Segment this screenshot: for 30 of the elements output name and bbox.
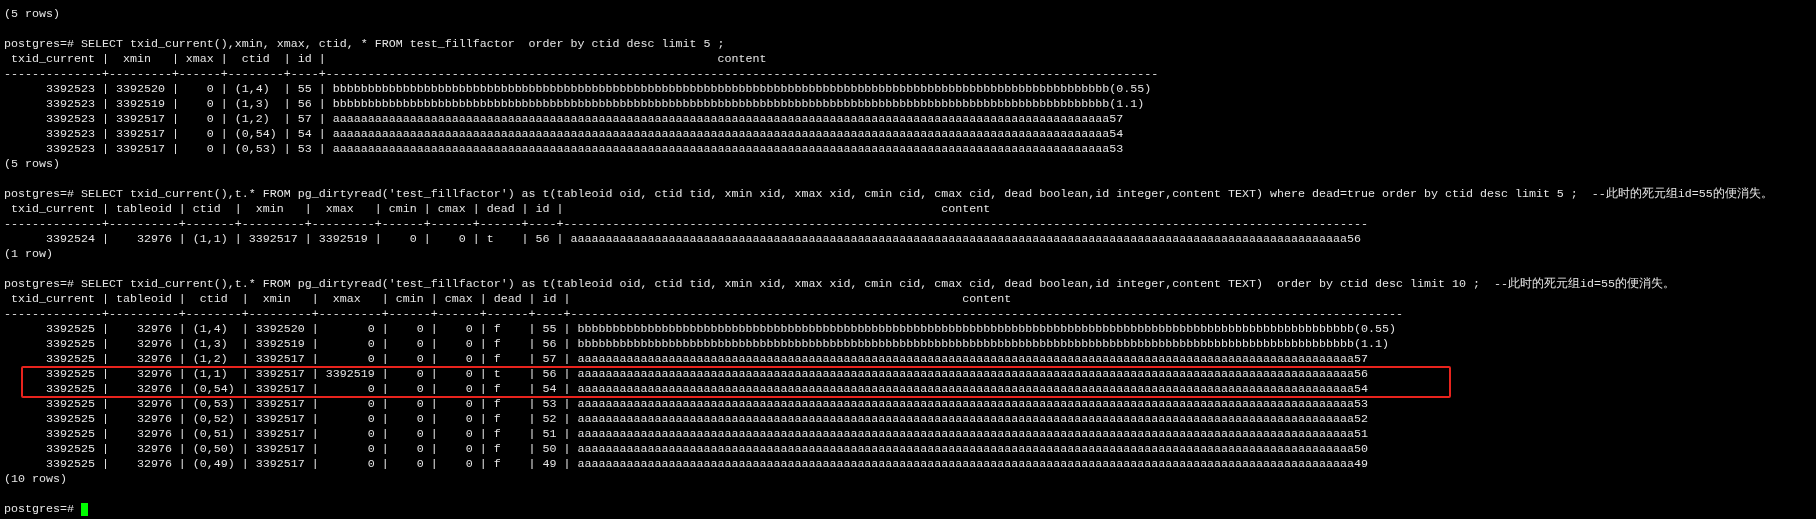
command-line: postgres=# SELECT txid_current(),xmin, xmax, ctid, * FROM test_fillfactor order by ctid desc limit 5 ; [4, 37, 725, 52]
row-count: (5 rows) [4, 157, 60, 172]
table-header: txid_current | tableoid | ctid | xmin | xmax | cmin | cmax | dead | id | content [10, 202, 991, 217]
shell-prompt: postgres=# [4, 502, 74, 517]
command-line: postgres=# SELECT txid_current(),t.* FROM pg_dirtyread('test_fillfactor') as t(tableoid oid, ctid tid, xmin xid, xmax xid, cmin cid, cmax cid, dead boolean,id integer,content TEXT) where dead=true order by ctid desc limit 5 ; --此时的死元组id=55的便消失。 [4, 187, 1773, 202]
table-row-text: 3392525 | 32976 | (0,50) | 3392517 | 0 | 0 | 0 | f | 50 | aaaaaaaaaaaaaaaaaaaaaaaaaaaaaaaaaaaaaaaaaaaaaaaaaaaaaaaaaaaaaaaaaaaaaaaaaaaaaaaaaaaaaaaaaaaaaaaaaaaaaaaaaaaaaaa50 [44, 442, 1368, 457]
table-separator: --------------+---------+------+--------+----+----------------------------------------------------------------------------------------------------------------------- [4, 67, 1159, 82]
table-row-text: 3392523 | 3392517 | 0 | (1,2) | 57 | aaaaaaaaaaaaaaaaaaaaaaaaaaaaaaaaaaaaaaaaaaaaaaaaaaaaaaaaaaaaaaaaaaaaaaaaaaaaaaaaaaaaaaaaaaaaaaaaaaaaaaaaaaaaaaa57 [44, 112, 1124, 127]
table-header: txid_current | tableoid | ctid | xmin | xmax | cmin | cmax | dead | id | content [10, 292, 1012, 307]
table-row-text: 3392523 | 3392517 | 0 | (0,54) | 54 | aaaaaaaaaaaaaaaaaaaaaaaaaaaaaaaaaaaaaaaaaaaaaaaaaaaaaaaaaaaaaaaaaaaaaaaaaaaaaaaaaaaaaaaaaaaaaaaaaaaaaaaaaaaaaaa54 [44, 127, 1124, 142]
table-row-text: 3392523 | 3392519 | 0 | (1,3) | 56 | bbbbbbbbbbbbbbbbbbbbbbbbbbbbbbbbbbbbbbbbbbbbbbbbbbbbbbbbbbbbbbbbbbbbbbbbbbbbbbbbbbbbbbbbbbbbbbbbbbbbbbbbbbbbbbb(1.1) [44, 97, 1145, 112]
table-row-text: 3392524 | 32976 | (1,1) | 3392517 | 3392519 | 0 | 0 | t | 56 | aaaaaaaaaaaaaaaaaaaaaaaaaaaaaaaaaaaaaaaaaaaaaaaaaaaaaaaaaaaaaaaaaaaaaaaaaaaaaaaaaaaaaaaaaaaaaaaaaaaaaaaaaaaaaaa56 [44, 232, 1361, 247]
table-row-text: 3392523 | 3392517 | 0 | (0,53) | 53 | aaaaaaaaaaaaaaaaaaaaaaaaaaaaaaaaaaaaaaaaaaaaaaaaaaaaaaaaaaaaaaaaaaaaaaaaaaaaaaaaaaaaaaaaaaaaaaaaaaaaaaaaaaaaaaa53 [44, 142, 1124, 157]
table-row-text: 3392525 | 32976 | (0,49) | 3392517 | 0 | 0 | 0 | f | 49 | aaaaaaaaaaaaaaaaaaaaaaaaaaaaaaaaaaaaaaaaaaaaaaaaaaaaaaaaaaaaaaaaaaaaaaaaaaaaaaaaaaaaaaaaaaaaaaaaaaaaaaaaaaaaaaa49 [44, 457, 1368, 472]
table-row-text: 3392525 | 32976 | (0,51) | 3392517 | 0 | 0 | 0 | f | 51 | aaaaaaaaaaaaaaaaaaaaaaaaaaaaaaaaaaaaaaaaaaaaaaaaaaaaaaaaaaaaaaaaaaaaaaaaaaaaaaaaaaaaaaaaaaaaaaaaaaaaaaaaaaaaaaa51 [44, 427, 1368, 442]
table-row-text: 3392525 | 32976 | (0,54) | 3392517 | 0 | 0 | 0 | f | 54 | aaaaaaaaaaaaaaaaaaaaaaaaaaaaaaaaaaaaaaaaaaaaaaaaaaaaaaaaaaaaaaaaaaaaaaaaaaaaaaaaaaaaaaaaaaaaaaaaaaaaaaaaaaaaaaa54 [44, 382, 1368, 397]
row-count: (1 row) [4, 247, 53, 262]
row-count: (5 rows) [4, 7, 60, 22]
table-header: txid_current | xmin | xmax | ctid | id | content [10, 52, 767, 67]
table-row-text: 3392523 | 3392520 | 0 | (1,4) | 55 | bbbbbbbbbbbbbbbbbbbbbbbbbbbbbbbbbbbbbbbbbbbbbbbbbbbbbbbbbbbbbbbbbbbbbbbbbbbbbbbbbbbbbbbbbbbbbbbbbbbbbbbbbbbbbbb(0.55) [44, 82, 1152, 97]
table-row-text: 3392525 | 32976 | (1,3) | 3392519 | 0 | 0 | 0 | f | 56 | bbbbbbbbbbbbbbbbbbbbbbbbbbbbbbbbbbbbbbbbbbbbbbbbbbbbbbbbbbbbbbbbbbbbbbbbbbbbbbbbbbbbbbbbbbbbbbbbbbbbbbbbbbbbbbb(1.1) [44, 337, 1389, 352]
command-line: postgres=# SELECT txid_current(),t.* FROM pg_dirtyread('test_fillfactor') as t(tableoid oid, ctid tid, xmin xid, xmax xid, cmin cid, cmax cid, dead boolean,id integer,content TEXT) order by ctid desc limit 10 ; --此时的死元组id=55的便消失。 [4, 277, 1675, 292]
table-separator: --------------+----------+--------+---------+---------+------+------+------+----+----------------------------------------------------------------------------------------------------------------------- [4, 307, 1403, 322]
table-row-text: 3392525 | 32976 | (1,2) | 3392517 | 0 | 0 | 0 | f | 57 | aaaaaaaaaaaaaaaaaaaaaaaaaaaaaaaaaaaaaaaaaaaaaaaaaaaaaaaaaaaaaaaaaaaaaaaaaaaaaaaaaaaaaaaaaaaaaaaaaaaaaaaaaaaaaaa57 [44, 352, 1368, 367]
table-row-text: 3392525 | 32976 | (0,52) | 3392517 | 0 | 0 | 0 | f | 52 | aaaaaaaaaaaaaaaaaaaaaaaaaaaaaaaaaaaaaaaaaaaaaaaaaaaaaaaaaaaaaaaaaaaaaaaaaaaaaaaaaaaaaaaaaaaaaaaaaaaaaaaaaaaaaaa52 [44, 412, 1368, 427]
table-row-text: 3392525 | 32976 | (0,53) | 3392517 | 0 | 0 | 0 | f | 53 | aaaaaaaaaaaaaaaaaaaaaaaaaaaaaaaaaaaaaaaaaaaaaaaaaaaaaaaaaaaaaaaaaaaaaaaaaaaaaaaaaaaaaaaaaaaaaaaaaaaaaaaaaaaaaaa53 [44, 397, 1368, 412]
table-row-text: 3392525 | 32976 | (1,4) | 3392520 | 0 | 0 | 0 | f | 55 | bbbbbbbbbbbbbbbbbbbbbbbbbbbbbbbbbbbbbbbbbbbbbbbbbbbbbbbbbbbbbbbbbbbbbbbbbbbbbbbbbbbbbbbbbbbbbbbbbbbbbbbbbbbbbbb(0.55) [44, 322, 1396, 337]
row-count: (10 rows) [4, 472, 67, 487]
table-row-text: 3392525 | 32976 | (1,1) | 3392517 | 3392519 | 0 | 0 | t | 56 | aaaaaaaaaaaaaaaaaaaaaaaaaaaaaaaaaaaaaaaaaaaaaaaaaaaaaaaaaaaaaaaaaaaaaaaaaaaaaaaaaaaaaaaaaaaaaaaaaaaaaaaaaaaaaaa56 [44, 367, 1368, 382]
table-separator: --------------+----------+-------+---------+---------+------+------+------+----+------------------------------------------------------------------------------------------------------------------- [4, 217, 1368, 232]
